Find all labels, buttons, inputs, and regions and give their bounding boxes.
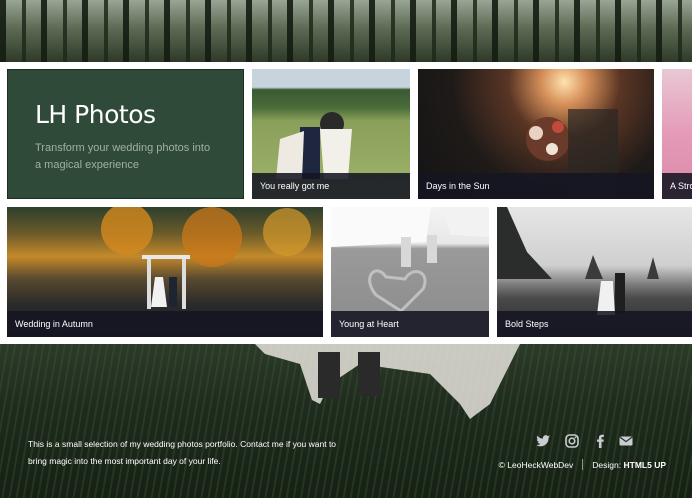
gallery-item-days-in-the-sun[interactable]: Days in the Sun [418, 69, 654, 199]
gallery-item-you-really-got-me[interactable]: You really got me [252, 69, 410, 199]
envelope-icon[interactable] [618, 433, 634, 449]
header-background-photo [0, 0, 692, 62]
design-label: Design: [592, 459, 622, 470]
instagram-icon[interactable] [564, 433, 580, 449]
footer-background-photo [0, 344, 692, 498]
copyright-text: © LeoHeckWebDev [498, 459, 574, 470]
walking-couple-photo [255, 344, 520, 419]
gallery-caption: Young at Heart [331, 311, 489, 337]
gallery-caption: Bold Steps [497, 311, 692, 337]
twitter-icon[interactable] [535, 433, 551, 449]
gallery-caption: You really got me [252, 173, 410, 199]
facebook-icon[interactable] [592, 433, 608, 449]
credits-divider [582, 459, 584, 470]
gallery-caption: Days in the Sun [418, 173, 654, 199]
gallery-item-a-stro[interactable]: A Stro [662, 69, 692, 199]
footer-credits: © LeoHeckWebDev Design: HTML5 UP [499, 459, 666, 470]
gallery-caption: Wedding in Autumn [7, 311, 323, 337]
gallery-item-wedding-in-autumn[interactable]: Wedding in Autumn [7, 207, 323, 337]
site-title: LH Photos [35, 100, 156, 129]
footer-description: This is a small selection of my wedding … [28, 439, 337, 466]
gallery-item-bold-steps[interactable]: Bold Steps [497, 207, 692, 337]
gallery: LH Photos Transform your wedding photos … [0, 62, 692, 344]
design-credit-link[interactable]: HTML5 UP [624, 460, 667, 470]
gallery-caption: A Stro [662, 173, 692, 199]
intro-panel: LH Photos Transform your wedding photos … [7, 69, 244, 199]
gallery-item-young-at-heart[interactable]: Young at Heart [331, 207, 489, 337]
site-subtitle: Transform your wedding photos into a mag… [35, 142, 211, 171]
